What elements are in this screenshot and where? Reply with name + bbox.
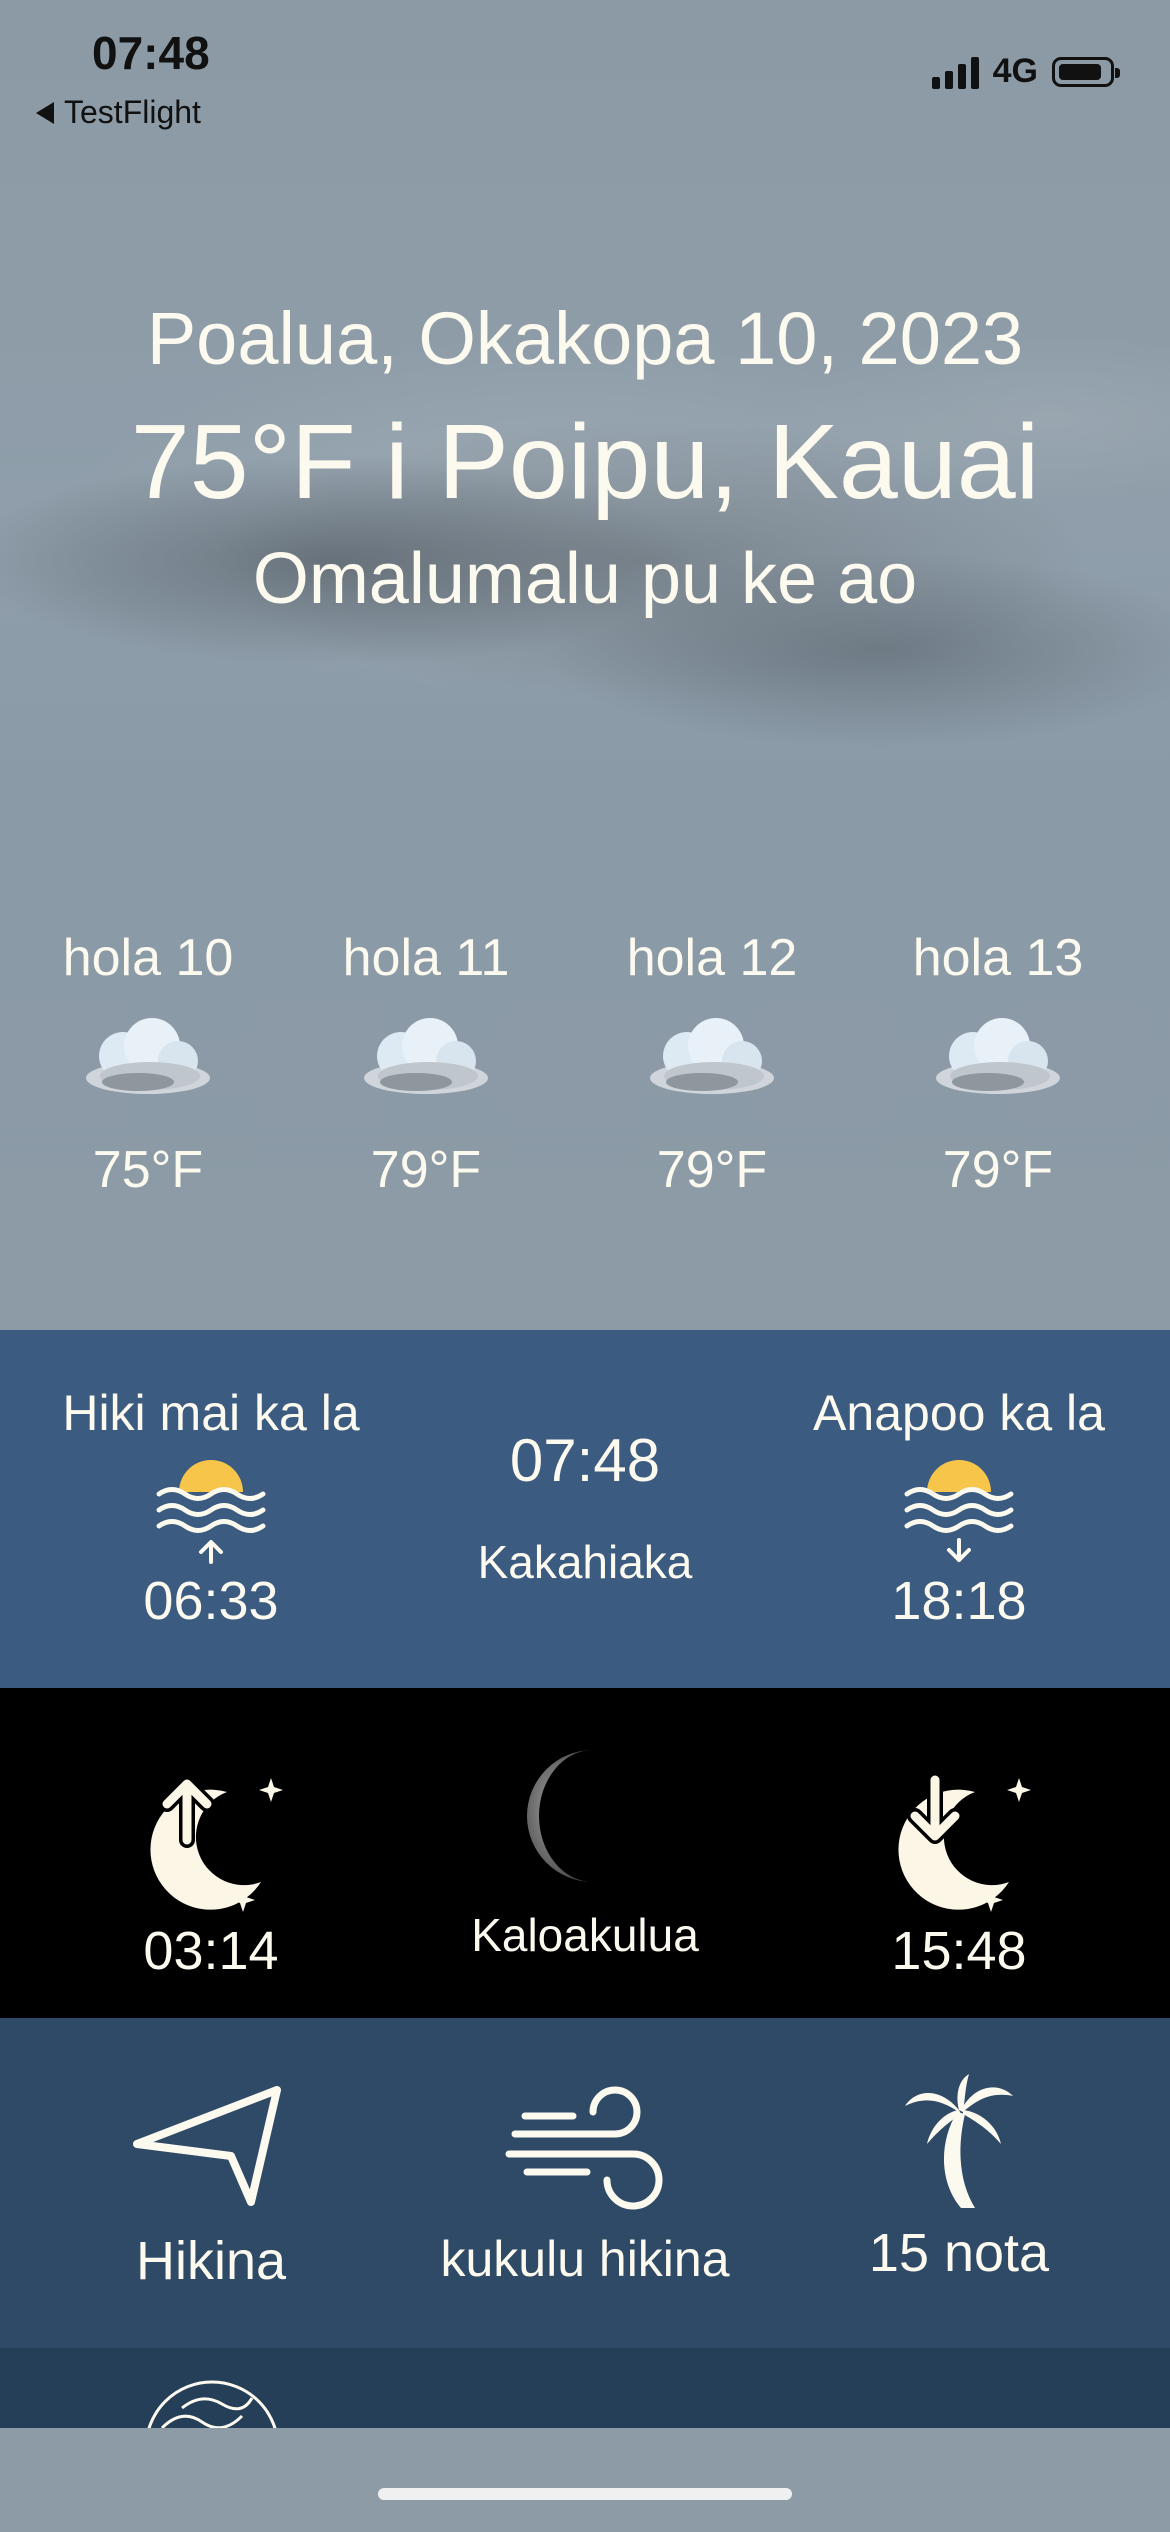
hour-label: hola 10 [62,929,234,987]
hour-label: hola 12 [626,929,798,987]
status-time: 07:48 [92,27,210,79]
hourly-forecast: hola 10 75°F hola 11 79°F hola 12 79°F h… [0,928,1170,1199]
sunset-time: 18:18 [891,1571,1027,1631]
back-to-testflight-link[interactable]: TestFlight [36,94,201,131]
hourly-item: hola 13 79°F [888,928,1108,1200]
moonset-column: 15:48 [764,1770,1154,1982]
cloudy-icon [936,1018,1060,1094]
temperature-location-heading: 75°F i Poipu, Kauai [130,403,1040,521]
moon-panel: 03:14 Kaloakulua 15:48 [0,1688,1170,2018]
sunrise-column: Hiki mai ka la 06:33 [16,1384,406,1632]
wave-circle-icon [147,2380,277,2428]
home-indicator[interactable] [378,2488,792,2500]
direction-arrow-icon [133,2086,281,2206]
status-indicators: 4G [931,52,1120,91]
moon-phase-icon [527,1750,593,1882]
hour-temperature: 79°F [942,1141,1054,1199]
hourly-item: hola 12 79°F [602,928,822,1200]
moonset-time: 15:48 [891,1921,1027,1981]
wind-direction-column: Hikina [16,2082,406,2292]
network-type: 4G [992,52,1038,90]
moonrise-time: 03:14 [143,1921,279,1981]
cloudy-icon [364,1018,488,1094]
wind-panel: Hikina kukulu hikina 15 nota [0,2018,1170,2348]
back-link-label: TestFlight [64,94,201,130]
wind-speed-column: 15 nota [764,2072,1154,2284]
sunset-icon [904,1460,1014,1562]
hour-label: hola 11 [342,929,510,987]
hour-temperature: 79°F [370,1141,482,1199]
wind-speed: 15 nota [868,2223,1050,2283]
time-of-day: Kakahiaka [477,1536,693,1588]
palm-tree-icon [905,2074,1013,2208]
sun-panel: Hiki mai ka la 06:33 07:48 Kakahiaka Ana… [0,1330,1170,1688]
cloudy-icon [86,1018,210,1094]
hourly-item: hola 11 79°F [316,928,536,1200]
wind-description-column: kukulu hikina [390,2082,780,2288]
date-heading: Poalua, Okakopa 10, 2023 [146,297,1024,380]
current-time-column: 07:48 Kakahiaka [390,1426,780,1589]
weather-condition: Omalumalu pu ke ao [252,539,918,619]
battery-icon [1052,56,1120,87]
hour-temperature: 75°F [92,1141,204,1199]
wind-icon [505,2086,663,2210]
sunset-label: Anapoo ka la [813,1385,1105,1441]
sunset-column: Anapoo ka la 18:18 [764,1384,1154,1632]
hourly-item: hola 10 75°F [38,928,258,1200]
wind-direction: Hikina [135,2231,287,2291]
sunrise-label: Hiki mai ka la [62,1385,360,1441]
sunrise-icon [156,1460,266,1564]
next-panel-partial [0,2348,1170,2428]
moon-phase-name: Kaloakulua [471,1909,699,1961]
signal-strength-icon [931,55,979,89]
cloudy-icon [650,1018,774,1094]
moon-phase-column: Kaloakulua [390,1746,780,1962]
moonrise-icon [150,1776,283,1912]
moonrise-column: 03:14 [16,1770,406,1982]
back-arrow-icon [36,101,54,124]
wind-description: kukulu hikina [440,2231,730,2287]
moonset-icon [898,1772,1031,1912]
hour-label: hola 13 [912,929,1084,987]
hour-temperature: 79°F [656,1141,768,1199]
sunrise-time: 06:33 [143,1571,279,1631]
current-time: 07:48 [509,1427,661,1494]
